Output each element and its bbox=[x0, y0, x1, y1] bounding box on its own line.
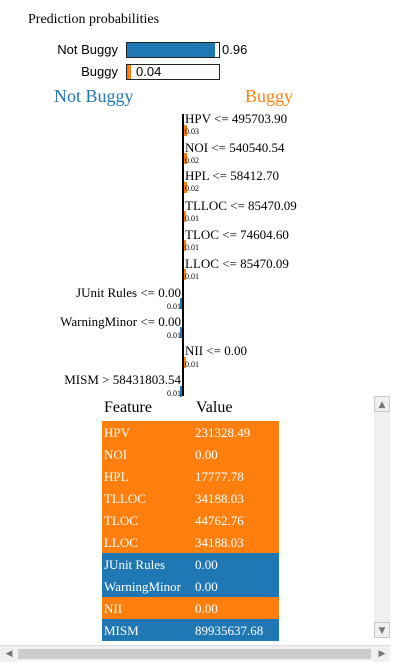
contribution-rule: NOI <= 540540.54 bbox=[185, 140, 285, 155]
table-row: LLOC 34188.03 bbox=[102, 531, 279, 553]
prob-value-not-buggy: 0.96 bbox=[222, 42, 248, 57]
table-header-feature: Feature bbox=[104, 399, 152, 416]
scroll-up-arrow-icon[interactable]: ▲ bbox=[374, 396, 390, 412]
contribution-weight: 0.01 bbox=[185, 214, 199, 223]
contribution-rule: TLOC <= 74604.60 bbox=[185, 227, 289, 242]
feature-name: TLLOC bbox=[104, 491, 146, 506]
feature-value: 0.00 bbox=[195, 601, 218, 616]
scroll-down-arrow-icon[interactable]: ▼ bbox=[374, 622, 390, 638]
feature-name: HPL bbox=[104, 469, 129, 484]
class-header-not-buggy: Not Buggy bbox=[54, 86, 134, 106]
contribution-weight: 0.02 bbox=[185, 156, 199, 165]
contribution-weight: 0.01 bbox=[185, 272, 199, 281]
feature-value: 89935637.68 bbox=[195, 623, 264, 638]
table-row: JUnit Rules 0.00 bbox=[102, 553, 279, 575]
table-row: NII 0.00 bbox=[102, 597, 279, 619]
horizontal-scrollbar[interactable]: ◀ ▶ bbox=[0, 645, 390, 662]
contribution-rule: JUnit Rules <= 0.00 bbox=[76, 285, 181, 300]
contribution-weight: 0.01 bbox=[185, 243, 199, 252]
feature-name: MISM bbox=[104, 623, 139, 638]
contribution-rule: NII <= 0.00 bbox=[185, 343, 247, 358]
table-row: TLOC 44762.76 bbox=[102, 509, 279, 531]
table-row: MISM 89935637.68 bbox=[102, 619, 279, 641]
feature-value: 0.00 bbox=[195, 447, 218, 462]
contribution-rule: HPL <= 58412.70 bbox=[185, 168, 279, 183]
feature-value: 17777.78 bbox=[195, 469, 244, 484]
table-row: HPL 17777.78 bbox=[102, 465, 279, 487]
table-row: TLLOC 34188.03 bbox=[102, 487, 279, 509]
contribution-rule: MISM > 58431803.54 bbox=[64, 372, 181, 387]
contribution-weight: 0.02 bbox=[185, 184, 199, 193]
contribution-rule: LLOC <= 85470.09 bbox=[185, 256, 289, 271]
scroll-left-arrow-icon[interactable]: ◀ bbox=[1, 646, 17, 662]
contribution-weight: 0.03 bbox=[185, 127, 199, 136]
feature-name: TLOC bbox=[104, 513, 138, 528]
feature-name: NOI bbox=[104, 447, 128, 462]
prediction-probabilities-title: Prediction probabilities bbox=[28, 12, 160, 27]
contribution-weight: 0.01 bbox=[167, 302, 181, 311]
feature-name: LLOC bbox=[104, 535, 138, 550]
prob-fill-buggy bbox=[127, 65, 131, 79]
horizontal-scroll-thumb[interactable] bbox=[18, 649, 371, 659]
feature-name: HPV bbox=[104, 425, 131, 440]
table-row: WarningMinor 0.00 bbox=[102, 575, 279, 597]
table-header-value: Value bbox=[196, 399, 233, 416]
contribution-rule: HPV <= 495703.90 bbox=[185, 111, 288, 126]
feature-name: JUnit Rules bbox=[104, 557, 166, 572]
scroll-right-arrow-icon[interactable]: ▶ bbox=[374, 646, 390, 662]
prob-label-not-buggy: Not Buggy bbox=[57, 42, 118, 57]
feature-value: 0.00 bbox=[195, 557, 218, 572]
feature-value: 0.00 bbox=[195, 579, 218, 594]
table-row: HPV 231328.49 bbox=[102, 421, 279, 443]
contribution-rule: TLLOC <= 85470.09 bbox=[185, 198, 297, 213]
feature-name: NII bbox=[104, 601, 123, 616]
feature-value: 44762.76 bbox=[195, 513, 244, 528]
table-row: NOI 0.00 bbox=[102, 443, 279, 465]
prob-value-buggy: 0.04 bbox=[136, 64, 162, 79]
contribution-weight: 0.01 bbox=[185, 360, 199, 369]
feature-value: 34188.03 bbox=[195, 491, 244, 506]
prob-bar-not-buggy bbox=[126, 42, 220, 58]
vertical-scrollbar[interactable]: ▲ ▼ bbox=[374, 396, 390, 638]
feature-value: 231328.49 bbox=[195, 425, 251, 440]
contribution-weight: 0.01 bbox=[167, 389, 181, 398]
prob-label-buggy: Buggy bbox=[81, 64, 118, 79]
class-header-buggy: Buggy bbox=[245, 86, 294, 106]
prob-fill-not-buggy bbox=[127, 43, 216, 57]
contribution-weight: 0.01 bbox=[167, 331, 181, 340]
feature-name: WarningMinor bbox=[104, 579, 181, 594]
feature-value: 34188.03 bbox=[195, 535, 244, 550]
contribution-rule: WarningMinor <= 0.00 bbox=[60, 314, 181, 329]
